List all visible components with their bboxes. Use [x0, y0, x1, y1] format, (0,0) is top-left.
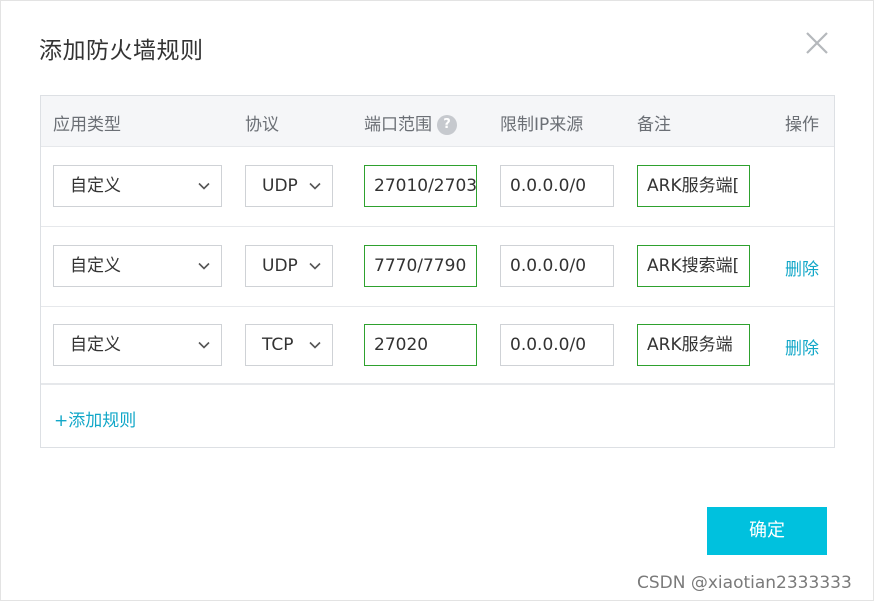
app-type-value: 自定义: [70, 176, 121, 196]
close-icon[interactable]: [801, 27, 833, 59]
port-range-input[interactable]: 7770/7790: [364, 245, 477, 287]
header-protocol: 协议: [245, 115, 279, 135]
port-range-input[interactable]: 27010/2703: [364, 165, 477, 207]
source-ip-input[interactable]: 0.0.0.0/0: [500, 165, 614, 207]
protocol-value: UDP: [262, 176, 298, 196]
source-ip-input[interactable]: 0.0.0.0/0: [500, 245, 614, 287]
protocol-select[interactable]: TCP: [245, 324, 333, 366]
rules-table: 应用类型 协议 端口范围? 限制IP来源 备注 操作 自定义 UDP 27010…: [40, 95, 835, 448]
chevron-down-icon: [309, 182, 321, 190]
source-ip-input[interactable]: 0.0.0.0/0: [500, 324, 614, 366]
confirm-button[interactable]: 确定: [707, 507, 827, 555]
note-input[interactable]: ARK服务端[: [637, 165, 750, 207]
header-port-range-label: 端口范围: [364, 115, 432, 135]
header-app-type: 应用类型: [53, 115, 121, 135]
note-input[interactable]: ARK搜索端[: [637, 245, 750, 287]
chevron-down-icon: [198, 341, 210, 349]
header-note: 备注: [637, 115, 671, 135]
app-type-select[interactable]: 自定义: [53, 165, 222, 207]
delete-rule-link[interactable]: 删除: [785, 334, 819, 359]
protocol-select[interactable]: UDP: [245, 245, 333, 287]
app-type-select[interactable]: 自定义: [53, 324, 222, 366]
header-port-range: 端口范围?: [364, 110, 457, 135]
chevron-down-icon: [198, 182, 210, 190]
app-type-select[interactable]: 自定义: [53, 245, 222, 287]
help-icon[interactable]: ?: [437, 115, 457, 135]
protocol-value: UDP: [262, 256, 298, 276]
dialog-title: 添加防火墙规则: [39, 38, 204, 64]
delete-rule-link[interactable]: 删除: [785, 255, 819, 280]
app-type-value: 自定义: [70, 335, 121, 355]
note-input[interactable]: ARK服务端: [637, 324, 750, 366]
table-header: 应用类型 协议 端口范围? 限制IP来源 备注 操作: [41, 96, 834, 147]
table-row: 自定义 TCP 27020 0.0.0.0/0 ARK服务端 删除: [41, 306, 834, 385]
header-action: 操作: [785, 115, 819, 135]
table-row: 自定义 UDP 27010/2703 0.0.0.0/0 ARK服务端[: [41, 147, 834, 227]
chevron-down-icon: [309, 262, 321, 270]
chevron-down-icon: [309, 341, 321, 349]
chevron-down-icon: [198, 262, 210, 270]
protocol-select[interactable]: UDP: [245, 165, 333, 207]
header-source-ip: 限制IP来源: [500, 115, 584, 135]
firewall-rule-dialog: 添加防火墙规则 应用类型 协议 端口范围? 限制IP来源 备注 操作 自定义 U…: [0, 0, 874, 601]
port-range-input[interactable]: 27020: [364, 324, 477, 366]
add-rule-link[interactable]: +添加规则: [54, 406, 136, 431]
protocol-value: TCP: [262, 335, 294, 355]
app-type-value: 自定义: [70, 256, 121, 276]
watermark: CSDN @xiaotian2333333: [637, 573, 852, 593]
table-row: 自定义 UDP 7770/7790 0.0.0.0/0 ARK搜索端[ 删除: [41, 227, 834, 307]
